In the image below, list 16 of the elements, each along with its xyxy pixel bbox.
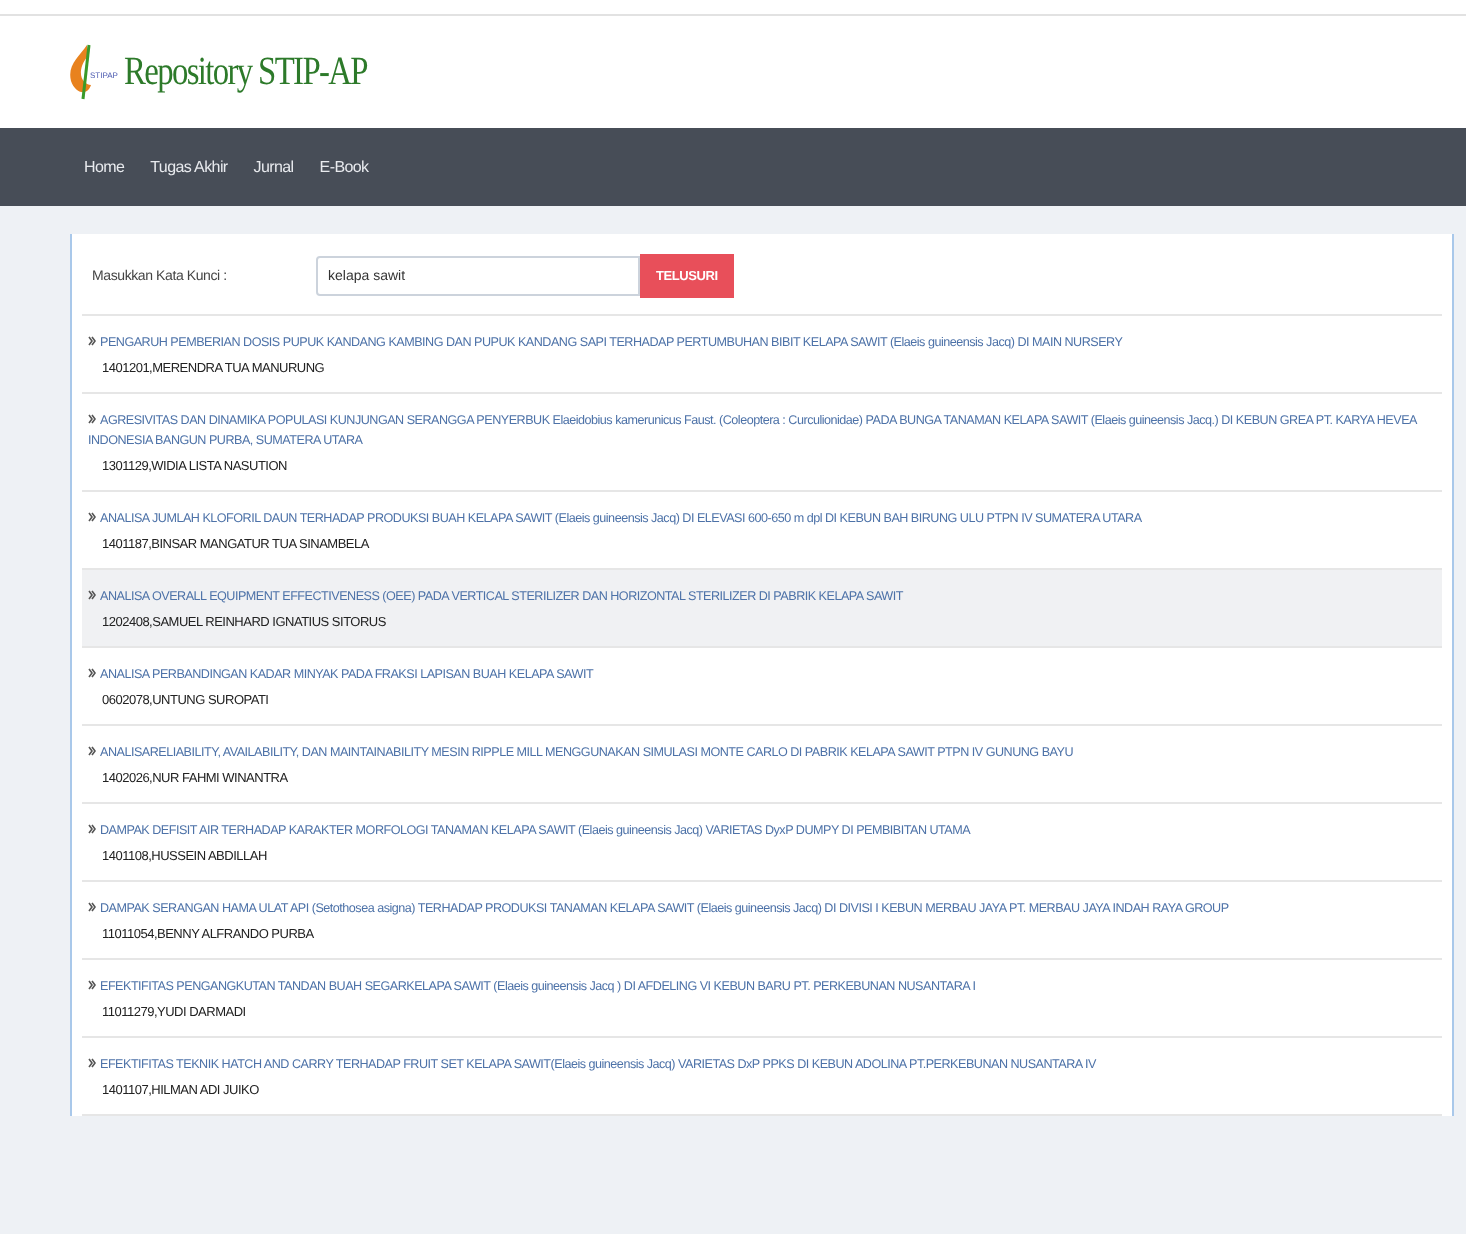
- chevron-icon: [88, 746, 96, 756]
- nav-link[interactable]: Jurnal: [253, 158, 294, 176]
- chevron-icon: [88, 980, 96, 990]
- chevron-icon: [88, 668, 96, 678]
- chevron-icon: [88, 414, 96, 424]
- site-logo-text[interactable]: Repository STIP-AP: [124, 49, 367, 95]
- nav-link[interactable]: E-Book: [319, 158, 369, 176]
- nav-link[interactable]: Tugas Akhir: [150, 158, 228, 176]
- chevron-icon: [88, 590, 96, 600]
- chevron-icon: [88, 512, 96, 522]
- chevron-icon: [88, 824, 96, 834]
- chevron-icon: [88, 902, 96, 912]
- logo-icon: [68, 44, 92, 100]
- chevron-icon: [88, 336, 96, 346]
- nav-link[interactable]: Home: [84, 158, 125, 176]
- chevron-icon: [88, 1058, 96, 1068]
